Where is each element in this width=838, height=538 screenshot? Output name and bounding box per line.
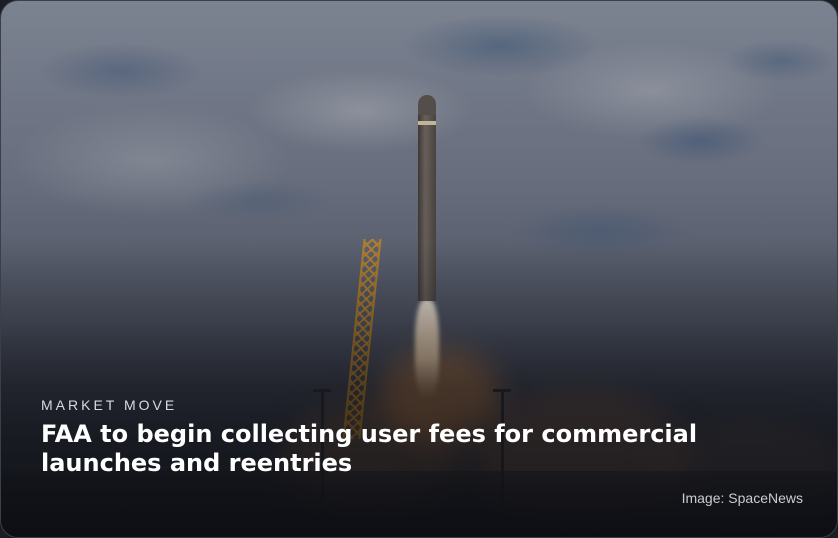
article-headline[interactable]: FAA to begin collecting user fees for co…: [41, 420, 811, 478]
section-kicker: MARKET MOVE: [41, 397, 178, 413]
image-credit: Image: SpaceNews: [681, 490, 803, 506]
news-card[interactable]: MARKET MOVE FAA to begin collecting user…: [0, 0, 838, 538]
